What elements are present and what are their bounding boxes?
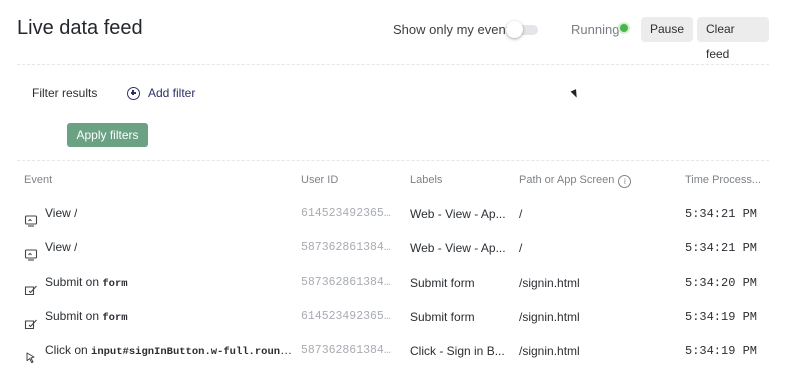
table-row[interactable]: Submit on form 587362861384... Submit form… (17, 266, 769, 300)
column-header-time[interactable]: Time Process... (685, 174, 761, 186)
event-name: Submit on (45, 274, 100, 289)
mouse-cursor-icon (570, 89, 580, 99)
divider (17, 160, 769, 161)
event-cell: Submit on form (24, 300, 294, 334)
table-row[interactable]: Submit on form 614523492365... Submit form… (17, 300, 769, 334)
event-name: View / (45, 240, 78, 255)
my-events-toggle[interactable] (506, 21, 538, 38)
path-cell: /signin.html (519, 275, 580, 290)
apply-filters-button[interactable]: Apply filters (67, 123, 148, 147)
event-cell: Click on input#signInButton.w-full.round… (24, 334, 294, 368)
column-header-labels[interactable]: Labels (410, 174, 442, 186)
filter-results-label: Filter results (32, 86, 98, 100)
time-cell: 5:34:21 PM (685, 241, 758, 256)
path-cell: / (519, 207, 523, 221)
my-events-toggle-label: Show only my events (393, 22, 516, 37)
add-filter-button[interactable]: Add filter (127, 84, 195, 102)
column-header-path-label: Path or App Screen (519, 174, 615, 186)
plus-circle-icon (127, 86, 140, 100)
form-submit-icon (24, 276, 38, 295)
event-cell: View / (24, 231, 294, 265)
event-cell: Submit on form (24, 266, 294, 300)
column-header-user-id[interactable]: User ID (301, 174, 338, 186)
event-name: Submit on (45, 308, 100, 323)
event-cell: View / (24, 197, 294, 231)
event-target: form (102, 311, 128, 324)
event-target: input#signInButton.w-full.round... (91, 346, 294, 359)
labels-cell: Web - View - Ap... (410, 207, 506, 221)
event-target: form (102, 277, 128, 290)
table-row[interactable]: Click on input#signInButton.w-full.round… (17, 334, 769, 368)
divider (17, 64, 769, 65)
clear-feed-button[interactable]: Clear feed (697, 17, 769, 61)
path-cell: /signin.html (519, 344, 580, 359)
column-header-event[interactable]: Event (24, 174, 52, 186)
status-indicator-icon (620, 24, 628, 32)
column-header-path[interactable]: Path or App Screen i (519, 174, 632, 188)
labels-cell: Web - View - Ap... (410, 241, 506, 256)
user-id-cell: 614523492365... (301, 207, 397, 220)
path-cell: /signin.html (519, 309, 580, 324)
screen-view-icon (24, 241, 38, 261)
click-icon (24, 344, 38, 364)
page-title: Live data feed (17, 17, 143, 39)
page-header: Live data feed Show only my events Runni… (17, 0, 769, 62)
user-id-cell: 587362861384... (301, 275, 397, 289)
user-id-cell: 587362861384... (301, 241, 397, 255)
info-icon[interactable]: i (618, 175, 632, 188)
user-id-cell: 587362861384... (301, 344, 397, 358)
table-row[interactable]: View / 614523492365... Web - View - Ap...… (17, 197, 769, 231)
pause-button[interactable]: Pause (641, 17, 694, 42)
labels-cell: Submit form (410, 275, 475, 290)
path-cell: / (519, 241, 523, 256)
time-cell: 5:34:19 PM (685, 309, 758, 324)
time-cell: 5:34:21 PM (685, 207, 758, 221)
status-text: Running (571, 22, 620, 37)
time-cell: 5:34:19 PM (685, 344, 758, 359)
event-name: View / (45, 206, 78, 220)
add-filter-label: Add filter (148, 86, 196, 100)
form-submit-icon (24, 310, 38, 329)
labels-cell: Submit form (410, 309, 475, 324)
table-row[interactable]: View / 587362861384... Web - View - Ap...… (17, 231, 769, 265)
user-id-cell: 614523492365... (301, 309, 397, 323)
event-name: Click on (45, 343, 88, 358)
time-cell: 5:34:20 PM (685, 275, 758, 290)
labels-cell: Click - Sign in B... (410, 344, 505, 359)
screen-view-icon (24, 207, 38, 227)
